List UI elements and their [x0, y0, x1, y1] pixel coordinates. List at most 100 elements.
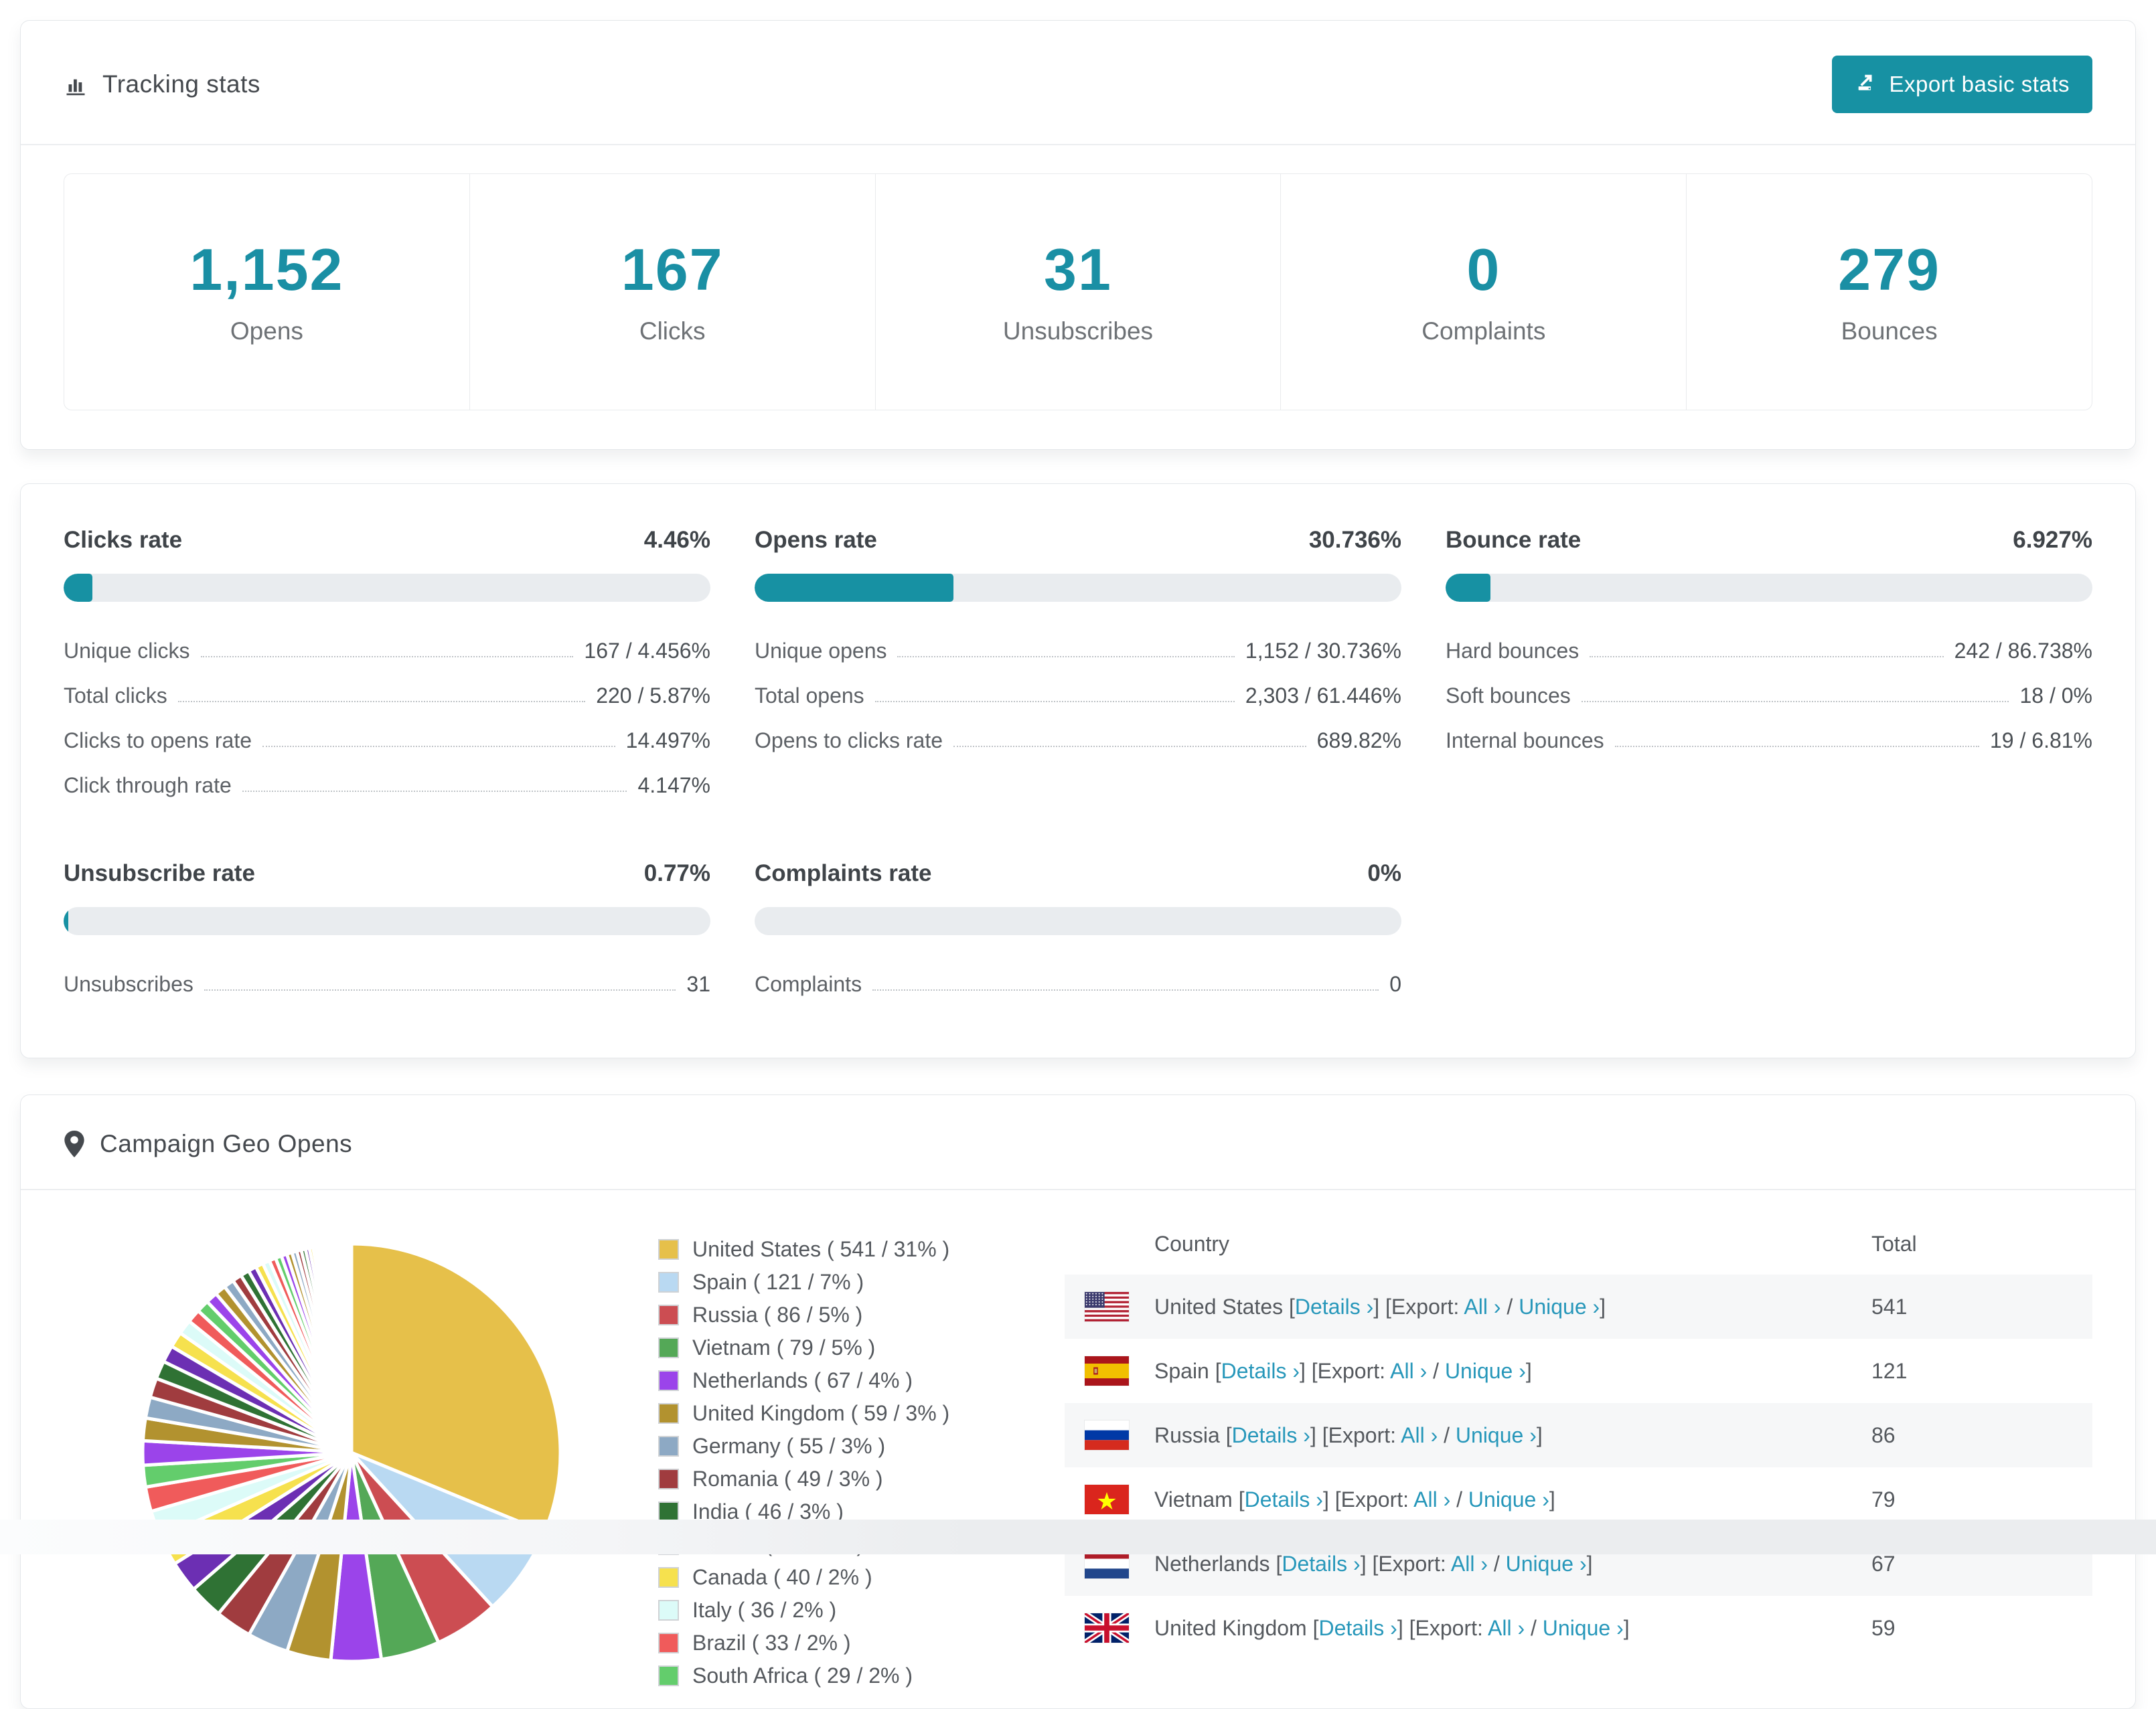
- legend-label: United Kingdom ( 59 / 3% ): [692, 1401, 950, 1425]
- dotted-leader: [204, 989, 676, 991]
- vn-flag-icon: [1085, 1485, 1129, 1514]
- legend-label: South Africa ( 29 / 2% ): [692, 1663, 913, 1688]
- rate-head: Bounce rate 6.927%: [1446, 527, 2092, 554]
- rate-row-label: Unique opens: [755, 639, 887, 663]
- legend-swatch: [658, 1567, 679, 1588]
- export-unique-link[interactable]: Unique ›: [1506, 1552, 1587, 1576]
- rate-row-label: Opens to clicks rate: [755, 728, 943, 752]
- geo-row-text: Spain [Details ›] [Export: All › / Uniqu…: [1154, 1358, 1532, 1383]
- rate-row: Clicks to opens rate 14.497%: [64, 718, 710, 763]
- geo-legend: United States ( 541 / 31% ) Spain ( 121 /…: [658, 1237, 949, 1696]
- export-unique-link[interactable]: Unique ›: [1468, 1487, 1549, 1512]
- map-pin-icon: [64, 1131, 85, 1157]
- export-unique-link[interactable]: Unique ›: [1543, 1616, 1624, 1640]
- stat-complaints: 0 Complaints: [1280, 174, 1686, 410]
- stat-label: Clicks: [639, 317, 706, 345]
- rate-row: Total opens 2,303 / 61.446%: [755, 673, 1401, 718]
- details-link[interactable]: Details ›: [1282, 1552, 1360, 1576]
- rate-progress-track: [64, 907, 710, 935]
- stat-label: Bounces: [1841, 317, 1938, 345]
- rate-block-complaints-rate: Complaints rate 0% Complaints 0: [755, 860, 1401, 1007]
- es-flag-icon: [1085, 1356, 1129, 1386]
- geo-col-country: Country: [1154, 1231, 1230, 1256]
- dotted-leader: [242, 791, 627, 792]
- legend-swatch: [658, 1305, 679, 1325]
- stat-label: Complaints: [1421, 317, 1546, 345]
- tracking-stats-header: Tracking stats Export basic stats: [21, 21, 2135, 144]
- tracking-header-divider: [21, 144, 2135, 145]
- export-all-link[interactable]: All ›: [1401, 1423, 1438, 1447]
- geo-row-text: Vietnam [Details ›] [Export: All › / Uni…: [1154, 1487, 1555, 1512]
- rate-progress-track: [1446, 574, 2092, 602]
- tracking-stats-title: Tracking stats: [64, 70, 260, 98]
- rate-row-value: 2,303 / 61.446%: [1245, 683, 1401, 708]
- geo-title: Campaign Geo Opens: [64, 1130, 352, 1158]
- rate-progress-fill: [64, 907, 69, 935]
- rate-value: 0.77%: [643, 860, 710, 886]
- export-all-link[interactable]: All ›: [1464, 1295, 1500, 1319]
- details-link[interactable]: Details ›: [1318, 1616, 1397, 1640]
- rate-block-unsubscribe-rate: Unsubscribe rate 0.77% Unsubscribes 31: [64, 860, 710, 1007]
- rate-row-label: Total clicks: [64, 683, 167, 708]
- details-link[interactable]: Details ›: [1221, 1359, 1300, 1383]
- stat-value: 279: [1838, 236, 1940, 303]
- export-all-link[interactable]: All ›: [1488, 1616, 1525, 1640]
- stat-unsubscribes: 31 Unsubscribes: [874, 174, 1281, 410]
- export-all-link[interactable]: All ›: [1390, 1359, 1427, 1383]
- details-link[interactable]: Details ›: [1295, 1295, 1373, 1319]
- export-unique-link[interactable]: Unique ›: [1456, 1423, 1537, 1447]
- rate-row-value: 31: [686, 972, 710, 996]
- rate-rows: Complaints 0: [755, 962, 1401, 1007]
- rate-progress-track: [755, 574, 1401, 602]
- export-all-link[interactable]: All ›: [1451, 1552, 1488, 1576]
- rate-row-label: Clicks to opens rate: [64, 728, 252, 752]
- export-unique-link[interactable]: Unique ›: [1445, 1359, 1526, 1383]
- rate-row-value: 0: [1389, 972, 1401, 996]
- export-basic-stats-button[interactable]: Export basic stats: [1831, 56, 2092, 113]
- rate-value: 6.927%: [2013, 527, 2092, 553]
- geo-row-text: Netherlands [Details ›] [Export: All › /…: [1154, 1551, 1593, 1576]
- legend-item: United Kingdom ( 59 / 3% ): [658, 1401, 949, 1426]
- geo-pie-chart: [131, 1232, 572, 1674]
- rate-title: Opens rate: [755, 527, 877, 553]
- geo-row-total: 541: [1871, 1294, 1908, 1319]
- campaign-geo-opens-card: Campaign Geo Opens United States ( 541 /…: [20, 1094, 2136, 1709]
- rate-head: Unsubscribe rate 0.77%: [64, 860, 710, 887]
- rate-value: 0%: [1367, 860, 1401, 886]
- geo-row-russia: Russia [Details ›] [Export: All › / Uniq…: [1065, 1403, 2092, 1467]
- legend-label: Romania ( 49 / 3% ): [692, 1467, 883, 1491]
- geo-col-total: Total: [1871, 1231, 1917, 1256]
- legend-item: Brazil ( 33 / 2% ): [658, 1631, 949, 1655]
- geo-row-total: 59: [1871, 1615, 1896, 1640]
- legend-item: Netherlands ( 67 / 4% ): [658, 1368, 949, 1393]
- geo-row-united-states: United States [Details ›] [Export: All ›…: [1065, 1275, 2092, 1339]
- page-bottom-strip: [0, 1520, 2156, 1554]
- rate-row: Unsubscribes 31: [64, 962, 710, 1007]
- rate-row-label: Complaints: [755, 972, 862, 996]
- legend-item: South Africa ( 29 / 2% ): [658, 1663, 949, 1688]
- dotted-leader: [897, 656, 1235, 657]
- geo-table-body: United States [Details ›] [Export: All ›…: [1065, 1275, 2092, 1647]
- stat-value: 0: [1466, 236, 1501, 303]
- legend-swatch: [658, 1272, 679, 1293]
- rate-row: Total clicks 220 / 5.87%: [64, 673, 710, 718]
- rate-rows: Unique opens 1,152 / 30.736% Total opens 2,…: [755, 629, 1401, 763]
- tracking-stats-title-text: Tracking stats: [102, 70, 260, 98]
- legend-item: Russia ( 86 / 5% ): [658, 1303, 949, 1327]
- bar-chart-icon: [64, 72, 88, 96]
- rate-row: Opens to clicks rate 689.82%: [755, 718, 1401, 763]
- export-unique-link[interactable]: Unique ›: [1519, 1295, 1600, 1319]
- stat-value: 167: [621, 236, 724, 303]
- rate-row-label: Total opens: [755, 683, 864, 708]
- rate-row: Unique opens 1,152 / 30.736%: [755, 629, 1401, 673]
- details-link[interactable]: Details ›: [1245, 1487, 1323, 1512]
- geo-row-text: Russia [Details ›] [Export: All › / Uniq…: [1154, 1422, 1543, 1447]
- export-all-link[interactable]: All ›: [1413, 1487, 1450, 1512]
- details-link[interactable]: Details ›: [1232, 1423, 1310, 1447]
- legend-label: Canada ( 40 / 2% ): [692, 1565, 872, 1589]
- rate-value: 4.46%: [643, 527, 710, 553]
- legend-swatch: [658, 1403, 679, 1424]
- legend-swatch: [658, 1239, 679, 1260]
- dotted-leader: [872, 989, 1379, 991]
- rate-progress-track: [64, 574, 710, 602]
